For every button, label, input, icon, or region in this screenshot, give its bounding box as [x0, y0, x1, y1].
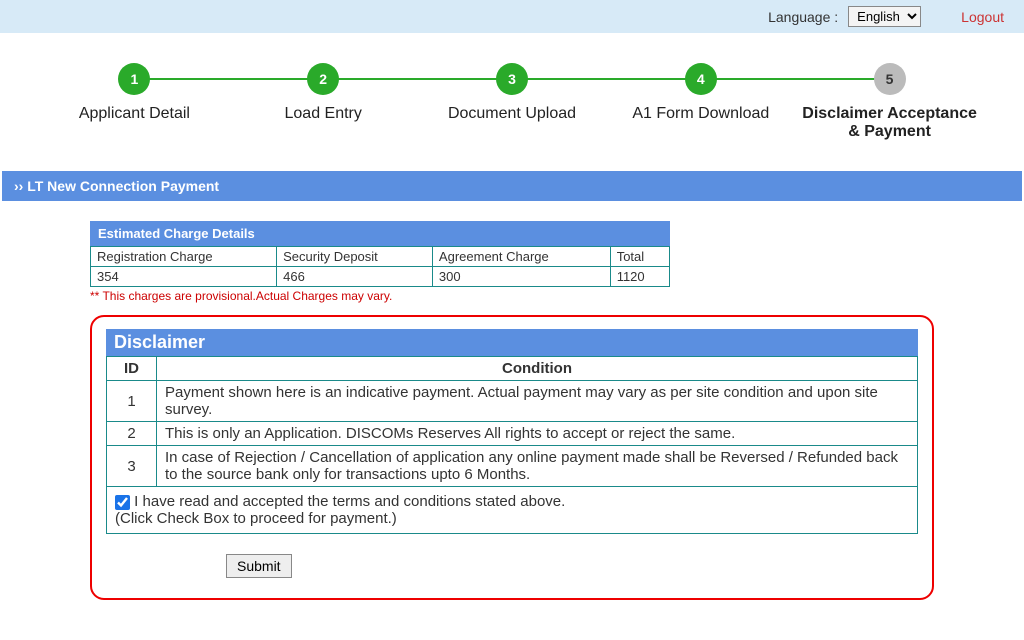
step-applicant-detail[interactable]: 1 Applicant Detail: [40, 63, 229, 123]
table-row: 1 Payment shown here is an indicative pa…: [107, 381, 918, 422]
disclaimer-title: Disclaimer: [106, 329, 918, 356]
content-area: Estimated Charge Details Registration Ch…: [0, 201, 1024, 640]
logout-link[interactable]: Logout: [961, 9, 1004, 25]
charge-value-registration: 354: [91, 267, 277, 287]
stepper: 1 Applicant Detail 2 Load Entry 3 Docume…: [0, 33, 1024, 161]
charges-note: ** This charges are provisional.Actual C…: [90, 289, 934, 303]
col-condition: Condition: [157, 357, 918, 381]
table-row: Registration Charge Security Deposit Agr…: [91, 247, 670, 267]
submit-button[interactable]: Submit: [226, 554, 292, 578]
col-id: ID: [107, 357, 157, 381]
charge-header-agreement: Agreement Charge: [432, 247, 610, 267]
table-header-row: ID Condition: [107, 357, 918, 381]
disclaimer-id: 2: [107, 422, 157, 446]
step-label: A1 Form Download: [632, 105, 769, 123]
header-bar: Language : English Logout: [0, 0, 1024, 33]
disclaimer-text: Payment shown here is an indicative paym…: [157, 381, 918, 422]
section-header: ›› LT New Connection Payment: [2, 171, 1022, 201]
accept-row: I have read and accepted the terms and c…: [107, 487, 918, 534]
disclaimer-box: Disclaimer ID Condition 1 Payment shown …: [90, 315, 934, 600]
disclaimer-table: ID Condition 1 Payment shown here is an …: [106, 356, 918, 534]
charges-title: Estimated Charge Details: [90, 221, 670, 246]
step-number: 2: [307, 63, 339, 95]
language-label: Language :: [768, 9, 838, 25]
table-row: 3 In case of Rejection / Cancellation of…: [107, 446, 918, 487]
step-label: Load Entry: [285, 105, 362, 123]
step-label: Applicant Detail: [79, 105, 190, 123]
step-label: Document Upload: [448, 105, 576, 123]
accept-checkbox[interactable]: [115, 495, 130, 510]
charge-header-security: Security Deposit: [277, 247, 433, 267]
charge-value-total: 1120: [610, 267, 669, 287]
accept-text: I have read and accepted the terms and c…: [134, 493, 565, 510]
disclaimer-text: This is only an Application. DISCOMs Res…: [157, 422, 918, 446]
charge-header-total: Total: [610, 247, 669, 267]
step-number: 1: [118, 63, 150, 95]
disclaimer-id: 3: [107, 446, 157, 487]
table-row: 354 466 300 1120: [91, 267, 670, 287]
accept-hint: (Click Check Box to proceed for payment.…: [115, 510, 397, 527]
disclaimer-id: 1: [107, 381, 157, 422]
step-number: 4: [685, 63, 717, 95]
disclaimer-text: In case of Rejection / Cancellation of a…: [157, 446, 918, 487]
charges-table: Registration Charge Security Deposit Agr…: [90, 246, 670, 287]
step-number: 5: [874, 63, 906, 95]
language-select[interactable]: English: [848, 6, 921, 27]
charge-value-security: 466: [277, 267, 433, 287]
step-label: Disclaimer Acceptance & Payment: [795, 105, 984, 141]
step-document-upload[interactable]: 3 Document Upload: [418, 63, 607, 123]
table-row: 2 This is only an Application. DISCOMs R…: [107, 422, 918, 446]
step-load-entry[interactable]: 2 Load Entry: [229, 63, 418, 123]
charge-value-agreement: 300: [432, 267, 610, 287]
step-a1-form-download[interactable]: 4 A1 Form Download: [606, 63, 795, 123]
step-number: 3: [496, 63, 528, 95]
charge-header-registration: Registration Charge: [91, 247, 277, 267]
step-disclaimer-payment[interactable]: 5 Disclaimer Acceptance & Payment: [795, 63, 984, 141]
